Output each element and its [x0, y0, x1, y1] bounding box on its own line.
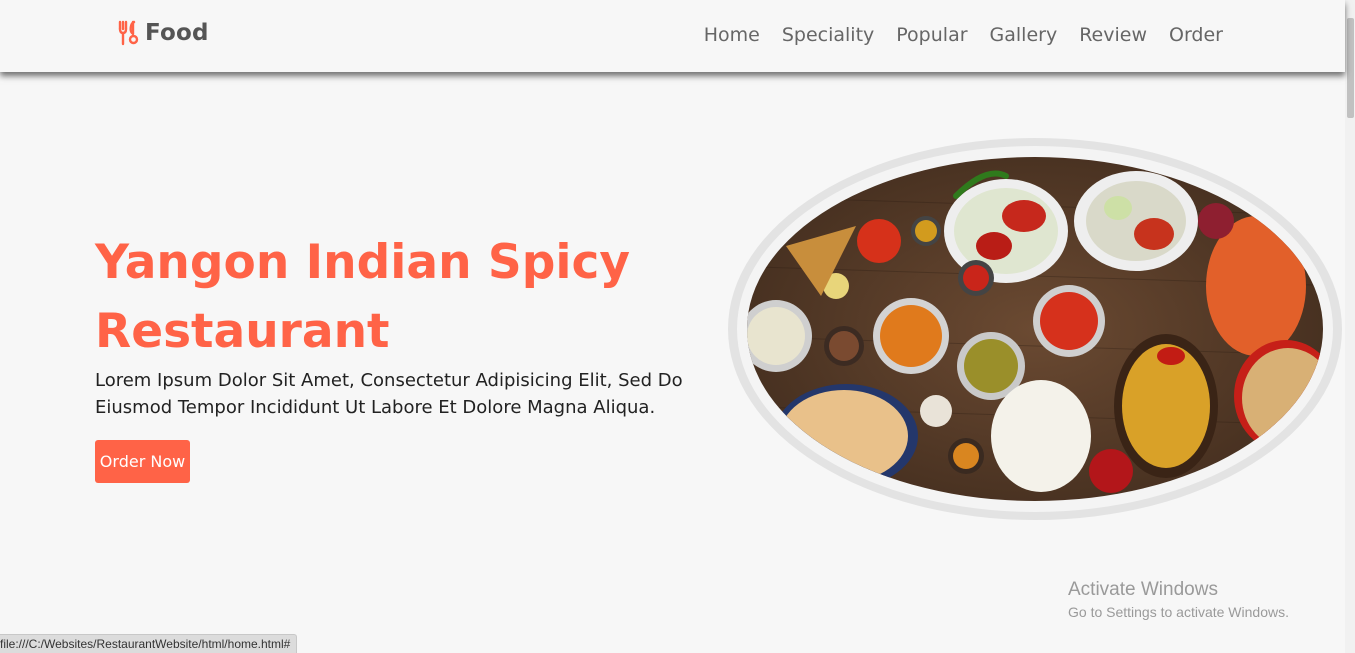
nav-review[interactable]: Review [1079, 22, 1147, 48]
utensils-icon [118, 20, 139, 46]
hero-food-image [728, 138, 1342, 520]
watermark-subtitle: Go to Settings to activate Windows. [1068, 604, 1289, 620]
watermark-title: Activate Windows [1068, 579, 1218, 600]
nav-speciality[interactable]: Speciality [782, 22, 874, 48]
vertical-scrollbar[interactable] [1345, 0, 1355, 653]
hero-title: Yangon Indian Spicy Restaurant [95, 235, 630, 359]
nav-gallery[interactable]: Gallery [990, 22, 1058, 48]
nav-home[interactable]: Home [704, 22, 760, 48]
site-header: Food Home Speciality Popular Gallery Rev… [0, 0, 1345, 72]
activate-windows-watermark: Activate Windows Go to Settings to activ… [1068, 578, 1289, 622]
main-nav: Home Speciality Popular Gallery Review O… [704, 22, 1223, 48]
scrollbar-thumb[interactable] [1347, 18, 1354, 118]
logo-link[interactable]: Food [117, 20, 209, 46]
logo-text: Food [145, 20, 209, 46]
nav-popular[interactable]: Popular [896, 22, 967, 48]
hero-description: Lorem Ipsum Dolor Sit Amet, Consectetur … [95, 370, 683, 418]
order-now-button[interactable]: Order Now [95, 440, 190, 483]
page: Food Home Speciality Popular Gallery Rev… [0, 0, 1355, 653]
browser-status-bar: file:///C:/Websites/RestaurantWebsite/ht… [0, 634, 298, 653]
nav-order[interactable]: Order [1169, 22, 1223, 48]
